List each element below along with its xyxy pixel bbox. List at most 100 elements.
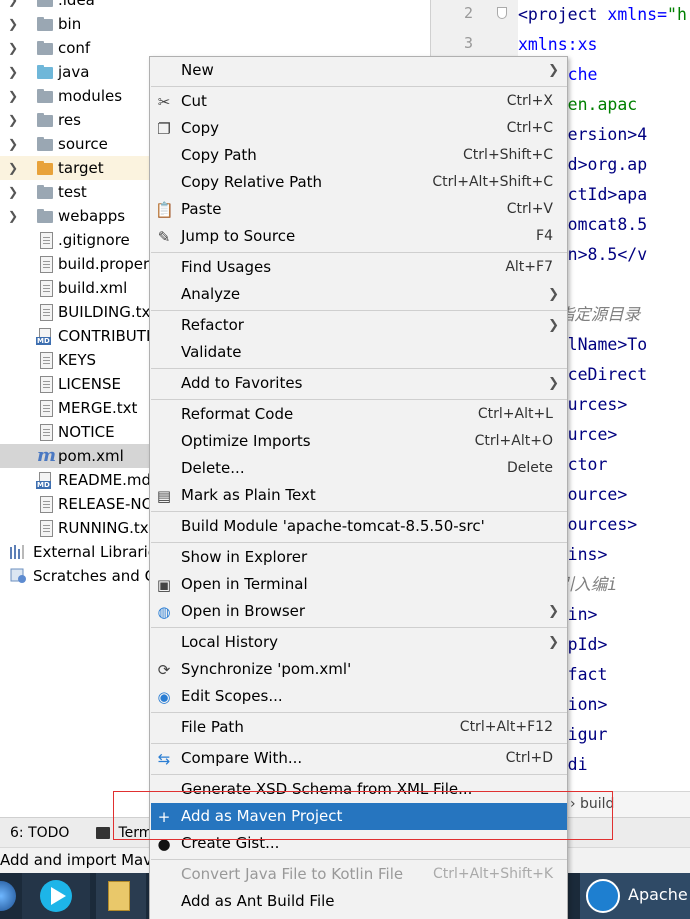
- todo-tool-button[interactable]: 6: TODO: [10, 818, 69, 848]
- chevron-right-icon[interactable]: ❯: [8, 156, 22, 180]
- menu-item-optimize-imports[interactable]: Optimize Imports Ctrl+Alt+O: [151, 428, 567, 455]
- menu-item-refactor[interactable]: Refactor ❯: [151, 312, 567, 339]
- terminal-tool-button[interactable]: Term: [96, 818, 152, 848]
- menu-separator: [151, 511, 567, 512]
- menu-item-add-to-favorites[interactable]: Add to Favorites ❯: [151, 370, 567, 397]
- code-token: 8.5</v: [587, 245, 648, 264]
- menu-item-delete[interactable]: Delete... Delete: [151, 455, 567, 482]
- chevron-right-icon[interactable]: ❯: [8, 12, 22, 36]
- tree-item-label: LICENSE: [58, 375, 121, 393]
- folder-icon: [37, 160, 53, 176]
- menu-separator: [151, 859, 567, 860]
- menu-separator: [151, 712, 567, 713]
- paste-icon: 📋: [155, 201, 174, 219]
- taskbar-media-player[interactable]: [22, 873, 90, 919]
- text-file-icon: [40, 400, 53, 417]
- menu-item-edit-scopes[interactable]: ◉ Edit Scopes...: [151, 683, 567, 710]
- menu-item-jump-to-source[interactable]: ✎ Jump to Source F4: [151, 223, 567, 250]
- menu-item-local-history[interactable]: Local History ❯: [151, 629, 567, 656]
- tree-item-label: RELEASE-NO: [58, 495, 154, 513]
- start-button[interactable]: [0, 873, 20, 919]
- menu-item-shortcut: Ctrl+X: [506, 93, 553, 109]
- tree-item-label: MERGE.txt: [58, 399, 138, 417]
- copy-icon: ❐: [157, 120, 171, 138]
- tree-item-label: External Librarie: [33, 543, 157, 561]
- menu-item-add-as-ant-build-file[interactable]: Add as Ant Build File: [151, 888, 567, 915]
- menu-item-analyze[interactable]: Analyze ❯: [151, 281, 567, 308]
- menu-item-paste[interactable]: 📋 Paste Ctrl+V: [151, 196, 567, 223]
- tree-item-label: target: [58, 159, 104, 177]
- menu-item-file-path[interactable]: File Path Ctrl+Alt+F12: [151, 714, 567, 741]
- menu-item-shortcut: Ctrl+Shift+C: [463, 147, 553, 163]
- chevron-right-icon[interactable]: ❯: [8, 132, 22, 156]
- menu-item-compare-with[interactable]: ⇆ Compare With... Ctrl+D: [151, 745, 567, 772]
- menu-item-show-in-explorer[interactable]: Show in Explorer: [151, 544, 567, 571]
- maven-file-icon: m: [37, 445, 57, 466]
- folder-icon: [37, 136, 53, 152]
- code-line[interactable]: <project xmlns="h: [518, 0, 687, 30]
- menu-item-add-as-maven-project[interactable]: + Add as Maven Project: [151, 803, 567, 830]
- menu-item-label: Build Module 'apache-tomcat-8.5.50-src': [181, 517, 485, 535]
- taskbar-apache[interactable]: Apache: [580, 873, 690, 919]
- menu-item-copy-relative-path[interactable]: Copy Relative Path Ctrl+Alt+Shift+C: [151, 169, 567, 196]
- breadcrumb-text[interactable]: t › build: [560, 792, 614, 816]
- menu-item-label: Synchronize 'pom.xml': [181, 660, 352, 678]
- folder-icon: [37, 0, 53, 8]
- submenu-arrow-icon: ❯: [548, 376, 559, 391]
- menu-item-cut[interactable]: ✂ Cut Ctrl+X: [151, 88, 567, 115]
- chevron-right-icon[interactable]: ❯: [8, 108, 22, 132]
- chevron-right-icon[interactable]: ❯: [8, 180, 22, 204]
- apache-label: Apache: [628, 885, 688, 904]
- tree-item[interactable]: ❯ .idea: [0, 0, 430, 12]
- menu-item-copy-path[interactable]: Copy Path Ctrl+Shift+C: [151, 142, 567, 169]
- tree-item-label: build.proper: [58, 255, 150, 273]
- menu-item-generate-xsd-schema-from-xml-file[interactable]: Generate XSD Schema from XML File...: [151, 776, 567, 803]
- menu-item-open-in-browser[interactable]: ◍ Open in Browser ❯: [151, 598, 567, 625]
- menu-item-label: Reformat Code: [181, 405, 294, 423]
- todo-label: 6: TODO: [10, 825, 70, 841]
- menu-item-label: Jump to Source: [181, 227, 296, 245]
- menu-item-new[interactable]: New ❯: [151, 57, 567, 84]
- menu-item-find-usages[interactable]: Find Usages Alt+F7: [151, 254, 567, 281]
- menu-item-label: Add as Ant Build File: [181, 892, 335, 910]
- menu-item-open-in-terminal[interactable]: ▣ Open in Terminal: [151, 571, 567, 598]
- chevron-right-icon[interactable]: ❯: [8, 204, 22, 228]
- folder-icon: [37, 112, 53, 128]
- menu-item-synchronize-pom-xml[interactable]: ⟳ Synchronize 'pom.xml': [151, 656, 567, 683]
- menu-item-reformat-code[interactable]: Reformat Code Ctrl+Alt+L: [151, 401, 567, 428]
- tree-item-label: README.md: [58, 471, 152, 489]
- menu-item-mark-as-plain-text[interactable]: ▤ Mark as Plain Text: [151, 482, 567, 509]
- menu-item-copy[interactable]: ❐ Copy Ctrl+C: [151, 115, 567, 142]
- plain-text-icon: ▤: [156, 487, 172, 505]
- code-token: To: [627, 335, 648, 354]
- menu-item-convert-java-file-to-kotlin-file[interactable]: Convert Java File to Kotlin File Ctrl+Alt…: [151, 861, 567, 888]
- menu-item-build-module-apache-tomcat-8-5-50-src[interactable]: Build Module 'apache-tomcat-8.5.50-src': [151, 513, 567, 540]
- tree-item[interactable]: ❯ bin: [0, 12, 430, 36]
- context-menu: New ❯ ✂ Cut Ctrl+X ❐ Copy Ctrl+C Copy Path Ctrl+S…: [149, 56, 568, 919]
- jump-to-source-icon: ✎: [157, 228, 171, 246]
- menu-separator: [151, 368, 567, 369]
- chevron-right-icon[interactable]: ❯: [8, 36, 22, 60]
- text-file-icon: [40, 376, 53, 393]
- taskbar-explorer[interactable]: [96, 873, 146, 919]
- menu-item-label: Analyze: [181, 285, 241, 303]
- code-token: Tomcat8.5: [557, 215, 648, 234]
- menu-item-validate[interactable]: Validate: [151, 339, 567, 366]
- menu-separator: [151, 399, 567, 400]
- folder-icon: [37, 208, 53, 224]
- app-icon: [586, 879, 620, 913]
- chevron-right-icon[interactable]: ❯: [8, 60, 22, 84]
- fold-marker-icon[interactable]: [497, 7, 507, 19]
- code-token: xmlns:xs: [518, 35, 598, 54]
- chevron-right-icon[interactable]: ❯: [8, 84, 22, 108]
- menu-item-create-gist[interactable]: ● Create Gist...: [151, 830, 567, 857]
- library-icon: [10, 544, 26, 560]
- chevron-right-icon[interactable]: ❯: [8, 0, 22, 12]
- folder-icon: [37, 16, 53, 32]
- menu-separator: [151, 86, 567, 87]
- markdown-file-icon: MD: [36, 328, 53, 345]
- menu-item-shortcut: Ctrl+Alt+L: [477, 406, 553, 422]
- menu-item-shortcut: Delete: [507, 460, 553, 476]
- tree-item-label: RUNNING.tx: [58, 519, 149, 537]
- menu-item-label: Open in Terminal: [181, 575, 308, 593]
